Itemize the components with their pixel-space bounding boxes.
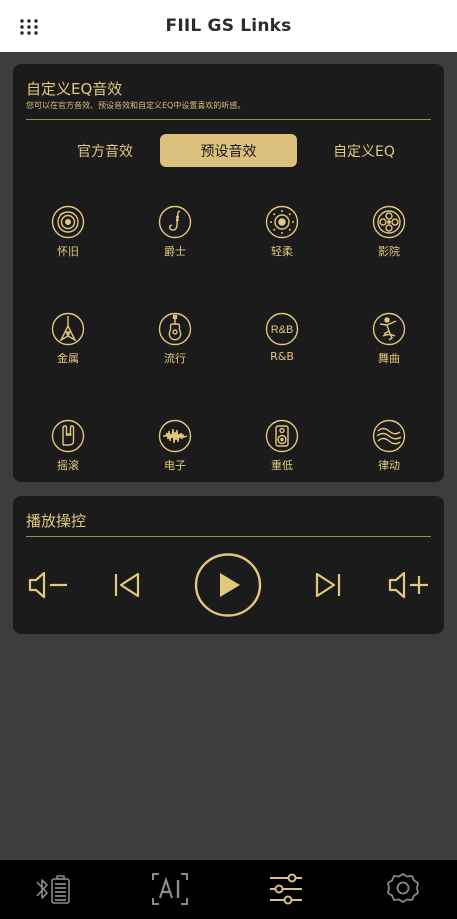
bottom-nav <box>0 860 457 919</box>
tab-custom-eq[interactable]: 自定义EQ <box>309 134 419 167</box>
preset-rnb[interactable]: R&B R&B <box>252 312 312 376</box>
preset-label: 摇滚 <box>57 459 79 472</box>
play-icon[interactable] <box>193 552 263 618</box>
playback-divider <box>26 536 431 537</box>
svg-text:R&B: R&B <box>271 324 294 336</box>
saxophone-icon <box>158 205 192 239</box>
preset-label: 重低 <box>271 459 293 472</box>
preset-label: 轻柔 <box>271 245 293 258</box>
rock-hand-icon <box>51 419 85 453</box>
preset-metal[interactable]: 金属 <box>38 312 98 376</box>
grid-menu-icon[interactable] <box>19 18 39 36</box>
waveform-icon <box>158 419 192 453</box>
preset-groove[interactable]: 律动 <box>359 419 419 483</box>
volume-up-icon[interactable] <box>387 570 431 600</box>
soft-circle-icon <box>265 205 299 239</box>
dancer-icon <box>372 312 406 346</box>
previous-track-icon[interactable] <box>112 571 142 599</box>
preset-pop[interactable]: 流行 <box>145 312 205 376</box>
app-title: FIIL GS Links <box>165 16 292 36</box>
vinyl-record-icon <box>51 205 85 239</box>
preset-label: 舞曲 <box>378 352 400 365</box>
preset-label: 律动 <box>378 459 400 472</box>
top-bar: FIIL GS Links <box>0 0 457 52</box>
volume-down-icon[interactable] <box>27 570 69 600</box>
acoustic-guitar-icon <box>158 312 192 346</box>
preset-electronic[interactable]: 电子 <box>145 419 205 483</box>
eq-tabs: 官方音效 预设音效 自定义EQ <box>23 134 434 167</box>
bluetooth-battery-icon[interactable] <box>34 871 74 907</box>
eq-panel: 自定义EQ音效 您可以在官方音效、预设音效和自定义EQ中设置喜欢的听感。 官方音… <box>13 64 444 482</box>
waves-icon <box>372 419 406 453</box>
eq-title: 自定义EQ音效 <box>26 80 123 98</box>
playback-panel: 播放操控 <box>13 496 444 634</box>
rnb-text-icon: R&B <box>265 312 299 346</box>
electric-guitar-icon <box>51 312 85 346</box>
eq-description: 您可以在官方音效、预设音效和自定义EQ中设置喜欢的听感。 <box>26 101 246 110</box>
next-track-icon[interactable] <box>313 571 343 599</box>
preset-label: 电子 <box>164 459 186 472</box>
preset-label: 流行 <box>164 352 186 365</box>
tab-official-effects[interactable]: 官方音效 <box>41 134 169 167</box>
ai-icon[interactable] <box>150 871 190 907</box>
film-reel-icon <box>372 205 406 239</box>
preset-nostalgic[interactable]: 怀旧 <box>38 205 98 269</box>
eq-divider <box>26 119 431 120</box>
preset-label: 影院 <box>378 245 400 258</box>
preset-jazz[interactable]: 爵士 <box>145 205 205 269</box>
preset-label: 怀旧 <box>57 245 79 258</box>
preset-label: 爵士 <box>164 245 186 258</box>
preset-label: 金属 <box>57 352 79 365</box>
settings-gear-icon[interactable] <box>383 871 423 907</box>
preset-cinema[interactable]: 影院 <box>359 205 419 269</box>
preset-soft[interactable]: 轻柔 <box>252 205 312 269</box>
preset-dance[interactable]: 舞曲 <box>359 312 419 376</box>
preset-label: R&B <box>270 350 294 363</box>
speaker-icon <box>265 419 299 453</box>
preset-heavy-bass[interactable]: 重低 <box>252 419 312 483</box>
playback-title: 播放操控 <box>26 512 87 530</box>
equalizer-sliders-icon[interactable] <box>266 871 306 907</box>
tab-preset-effects[interactable]: 预设音效 <box>160 134 297 167</box>
preset-rock[interactable]: 摇滚 <box>38 419 98 483</box>
